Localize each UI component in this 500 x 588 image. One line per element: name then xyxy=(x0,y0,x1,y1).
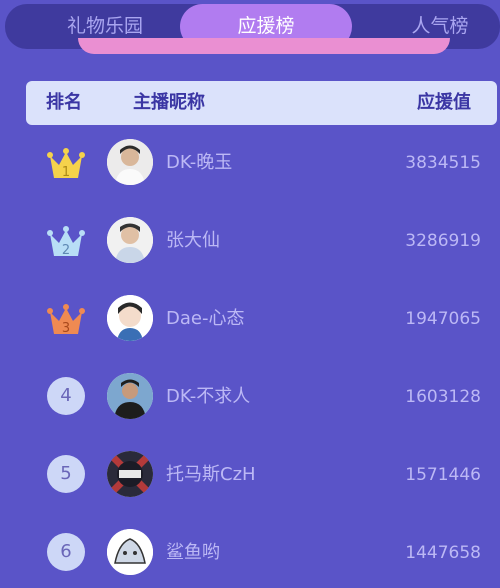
streamer-name: DK-晚玉 xyxy=(166,152,233,173)
streamer-name: Dae-心态 xyxy=(166,308,245,329)
silver-crown-icon: 2 xyxy=(44,222,88,262)
table-row[interactable]: 6 鲨鱼哟 1447658 xyxy=(0,518,500,588)
streamer-name: 张大仙 xyxy=(166,230,220,251)
avatar[interactable] xyxy=(107,451,153,497)
support-value: 3286919 xyxy=(405,231,481,251)
support-value: 1447658 xyxy=(405,543,481,563)
table-row[interactable]: 3 Dae-心态 1947065 xyxy=(0,284,500,354)
svg-text:2: 2 xyxy=(62,243,70,258)
table-row[interactable]: 2 张大仙 3286919 xyxy=(0,206,500,276)
svg-text:3: 3 xyxy=(62,321,70,336)
streamer-name: 托马斯CzH xyxy=(166,464,256,485)
avatar[interactable] xyxy=(107,529,153,575)
avatar[interactable] xyxy=(107,373,153,419)
streamer-name: DK-不求人 xyxy=(166,386,251,407)
rank-badge: 4 xyxy=(47,377,85,415)
header-streamer-name: 主播昵称 xyxy=(133,92,205,113)
gold-crown-icon: 1 xyxy=(44,144,88,184)
rank-badge: 5 xyxy=(47,455,85,493)
avatar[interactable] xyxy=(107,217,153,263)
header-rank: 排名 xyxy=(46,92,82,113)
bronze-crown-icon: 3 xyxy=(44,300,88,340)
avatar[interactable] xyxy=(107,295,153,341)
support-value: 1571446 xyxy=(405,465,481,485)
svg-text:1: 1 xyxy=(62,165,70,180)
table-row[interactable]: 5 托马斯CzH 1571446 xyxy=(0,440,500,510)
table-row[interactable]: 1 DK-晚玉 3834515 xyxy=(0,128,500,198)
rank-badge: 6 xyxy=(47,533,85,571)
avatar[interactable] xyxy=(107,139,153,185)
streamer-name: 鲨鱼哟 xyxy=(166,542,220,563)
support-value: 1947065 xyxy=(405,309,481,329)
header-support-value: 应援值 xyxy=(417,92,471,113)
support-value: 3834515 xyxy=(405,153,481,173)
tab-glow-decoration xyxy=(78,38,450,54)
table-row[interactable]: 4 DK-不求人 1603128 xyxy=(0,362,500,432)
table-header: 排名 主播昵称 应援值 xyxy=(26,81,497,125)
support-value: 1603128 xyxy=(405,387,481,407)
